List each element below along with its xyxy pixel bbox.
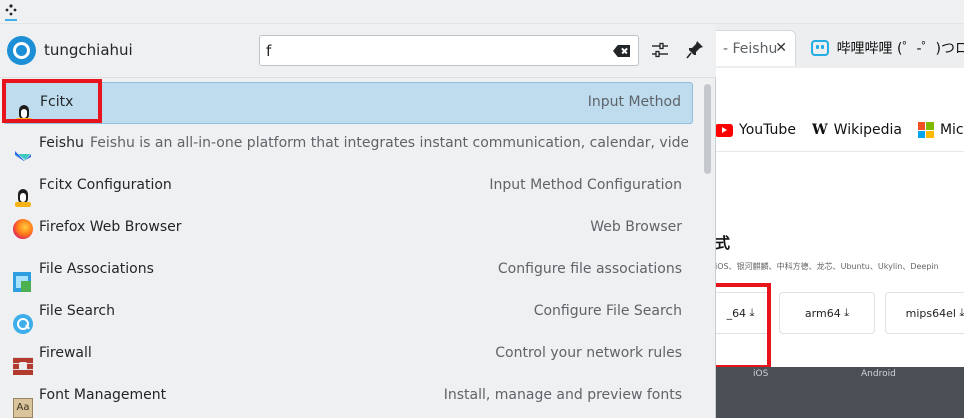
desktop: - Feishu ✕ 哔哩哔哩 (゜-゜)つロ YouTube W Wikipe… xyxy=(0,0,964,418)
wikipedia-icon: W xyxy=(811,122,828,138)
item-description: Configure file associations xyxy=(497,261,682,277)
bookmark-wikipedia[interactable]: W Wikipedia xyxy=(812,122,902,138)
page-heading: 式 xyxy=(715,234,731,252)
font-management-icon: Aa xyxy=(13,398,33,418)
item-name: Feishu xyxy=(39,135,84,151)
top-panel xyxy=(0,0,964,24)
list-item-fcitx-configuration[interactable]: Fcitx Configuration Input Method Configu… xyxy=(3,166,693,208)
browser-tab-bar: - Feishu ✕ 哔哩哔哩 (゜-゜)つロ xyxy=(715,24,964,68)
kde-logo-icon xyxy=(13,42,30,59)
file-associations-icon xyxy=(13,272,31,292)
results-list: Fcitx Input Method Feishu Feishu is an a… xyxy=(0,80,716,418)
firefox-icon xyxy=(13,219,33,239)
list-item-firewall[interactable]: Firewall Control your network rules xyxy=(3,334,693,376)
download-label: mips64el xyxy=(905,306,956,320)
highlight-box xyxy=(709,283,771,369)
bookmark-label: Mic xyxy=(939,122,964,138)
bookmark-label: Wikipedia xyxy=(833,122,902,138)
item-name: File Associations xyxy=(39,261,154,277)
configure-sliders-icon[interactable] xyxy=(651,41,669,59)
item-description: Input Method Configuration xyxy=(489,177,682,193)
bookmark-microsoft[interactable]: Mic xyxy=(917,122,964,138)
close-icon[interactable]: ✕ xyxy=(775,40,787,56)
platform-label-ios[interactable]: iOS xyxy=(753,369,768,379)
microsoft-icon xyxy=(917,122,934,138)
item-description: Feishu is an all-in-one platform that in… xyxy=(90,135,688,151)
download-button-arm64[interactable]: arm64 ⤓ xyxy=(779,292,875,334)
item-description: Web Browser xyxy=(590,219,682,235)
item-description: Input Method xyxy=(587,94,681,110)
search-input[interactable] xyxy=(260,36,600,65)
list-item-file-associations[interactable]: File Associations Configure file associa… xyxy=(3,250,693,292)
item-name: File Search xyxy=(39,303,115,319)
username: tungchiahui xyxy=(44,41,133,59)
item-name: Firefox Web Browser xyxy=(39,219,182,235)
youtube-icon xyxy=(715,123,733,137)
download-arrow-icon: ⤓ xyxy=(844,306,850,319)
list-item-file-search[interactable]: File Search Configure File Search xyxy=(3,292,693,334)
browser-tab-feishu[interactable]: - Feishu ✕ xyxy=(715,30,796,66)
bookmark-youtube[interactable]: YouTube xyxy=(715,122,796,138)
firewall-icon xyxy=(13,357,33,375)
platform-strip: iOS Android xyxy=(715,367,964,418)
loading-dots-icon[interactable] xyxy=(2,2,20,22)
item-name: Fcitx Configuration xyxy=(39,177,172,193)
bookmarks-bar: YouTube W Wikipedia Mic xyxy=(715,116,964,144)
item-description: Control your network rules xyxy=(495,345,682,361)
application-launcher: tungchiahui Fcitx Input Method xyxy=(0,24,716,418)
list-item-fcitx[interactable]: Fcitx Input Method xyxy=(3,82,693,124)
avatar[interactable] xyxy=(7,36,36,65)
item-description: Configure File Search xyxy=(533,303,682,319)
supported-os-text: iOS、银河麒麟、中科方德、龙芯、Ubuntu、Ukylin、Deepin xyxy=(715,262,939,271)
pin-icon[interactable] xyxy=(686,40,704,60)
bilibili-icon xyxy=(811,40,829,56)
feishu-icon xyxy=(13,146,33,166)
download-label: arm64 xyxy=(804,306,841,320)
platform-label-android[interactable]: Android xyxy=(861,369,896,379)
clear-text-icon[interactable] xyxy=(613,45,630,57)
launcher-header: tungchiahui xyxy=(0,24,716,78)
browser-tab-bilibili[interactable]: 哔哩哔哩 (゜-゜)つロ xyxy=(809,30,964,66)
list-item-firefox[interactable]: Firefox Web Browser Web Browser xyxy=(3,208,693,250)
download-arrow-icon: ⤓ xyxy=(959,306,964,319)
download-button-mips64el[interactable]: mips64el ⤓ xyxy=(885,292,964,334)
highlight-box xyxy=(2,79,102,123)
penguin-icon xyxy=(13,188,33,208)
bookmark-label: YouTube xyxy=(739,122,796,138)
item-description: Install, manage and preview fonts xyxy=(443,387,682,403)
item-name: Firewall xyxy=(39,345,92,361)
file-search-icon xyxy=(13,314,33,334)
item-name: Font Management xyxy=(39,387,167,403)
list-item-feishu[interactable]: Feishu Feishu is an all-in-one platform … xyxy=(3,124,693,166)
scrollbar[interactable] xyxy=(704,84,711,174)
browser-window: - Feishu ✕ 哔哩哔哩 (゜-゜)つロ YouTube W Wikipe… xyxy=(709,24,964,418)
search-field[interactable] xyxy=(259,35,639,66)
list-item-font-management[interactable]: Aa Font Management Install, manage and p… xyxy=(3,376,693,418)
divider xyxy=(715,151,964,152)
tab-label: 哔哩哔哩 (゜-゜)つロ xyxy=(836,41,964,57)
tab-label: - Feishu xyxy=(723,40,778,57)
